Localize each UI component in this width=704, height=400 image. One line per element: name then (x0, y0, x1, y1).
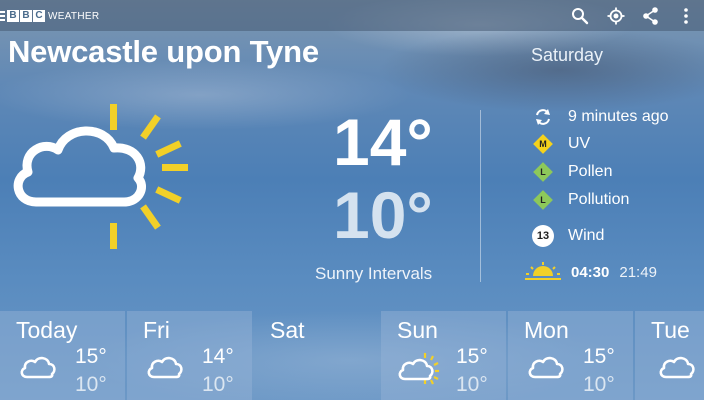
forecast-high: 14° (202, 345, 234, 368)
bbc-weather-logo[interactable]: B B C WEATHER (0, 9, 99, 23)
forecast-low: 10° (583, 373, 615, 396)
forecast-low: 10° (202, 373, 234, 396)
forecast-day-sun[interactable]: Sun 15° 10° (381, 311, 506, 400)
pollen-row[interactable]: L Pollen (530, 159, 612, 185)
forecast-low: 10° (456, 373, 488, 396)
bbc-letter: B (20, 10, 32, 22)
cloud-icon (147, 356, 183, 379)
uv-label: UV (568, 135, 591, 152)
forecast-day-label: Mon (524, 317, 569, 343)
overflow-menu-icon[interactable] (676, 6, 696, 26)
sun-times-row: 04:30 21:49 (525, 262, 657, 282)
location-icon[interactable] (606, 6, 626, 26)
sunny-intervals-icon (398, 353, 439, 385)
wind-row[interactable]: 13 Wind (530, 223, 604, 249)
uv-level-letter: M (539, 139, 547, 149)
forecast-day-label: Today (16, 317, 78, 343)
last-updated-row[interactable]: 9 minutes ago (530, 104, 669, 130)
pollution-level-letter: L (540, 195, 546, 205)
forecast-day-mon[interactable]: Mon 15° 10° (508, 311, 633, 400)
nav-drawer-icon[interactable] (0, 11, 5, 21)
wind-label: Wind (568, 227, 605, 244)
sunset-time: 21:49 (619, 263, 657, 281)
forecast-high: 15° (583, 345, 615, 368)
divider (480, 110, 481, 282)
sunny-intervals-icon (13, 104, 188, 249)
uv-row[interactable]: M UV (530, 131, 590, 157)
forecast-high: 15° (75, 345, 107, 368)
forecast-day-label: Sun (397, 317, 438, 343)
forecast-day-label: Tue (651, 317, 690, 343)
pollution-row[interactable]: L Pollution (530, 187, 629, 213)
refresh-icon[interactable] (533, 107, 553, 127)
sunrise-time: 04:30 (571, 263, 610, 281)
pollution-label: Pollution (568, 191, 630, 208)
sunrise-icon (525, 262, 561, 280)
app-bar: B B C WEATHER (0, 0, 704, 31)
wind-direction-icon: 13 (532, 225, 554, 247)
brand-word: WEATHER (48, 10, 100, 22)
bbc-letter: B (7, 10, 19, 22)
bbc-logo: B B C (7, 10, 45, 22)
updated-text: 9 minutes ago (568, 108, 669, 125)
forecast-day-label: Fri (143, 317, 170, 343)
search-icon[interactable] (570, 6, 590, 26)
forecast-strip: Today 15° 10° Fri 14° 10° Sat Sun 15° 10… (0, 311, 704, 400)
forecast-low: 10° (75, 373, 107, 396)
sun-rays (110, 104, 188, 249)
weather-condition: Sunny Intervals (315, 264, 433, 283)
cloud-icon (659, 356, 695, 379)
forecast-day-today[interactable]: Today 15° 10° (0, 311, 125, 400)
location-name: Newcastle upon Tyne (8, 34, 319, 69)
pollen-level-letter: L (540, 167, 546, 177)
cloud-icon (20, 356, 56, 379)
forecast-day-label: Sat (270, 317, 305, 343)
forecast-day-sat-selected[interactable]: Sat (254, 311, 379, 400)
forecast-high: 15° (456, 345, 488, 368)
temperature-high: 14° (333, 105, 433, 179)
forecast-day-tue[interactable]: Tue (635, 311, 704, 400)
forecast-day-fri[interactable]: Fri 14° 10° (127, 311, 252, 400)
cloud-outline (13, 126, 146, 207)
share-icon[interactable] (641, 6, 661, 26)
selected-day-label: Saturday (531, 45, 604, 65)
cloud-icon (528, 356, 564, 379)
temperature-low: 10° (333, 178, 433, 252)
bbc-letter: C (33, 10, 45, 22)
pollen-label: Pollen (568, 163, 613, 180)
